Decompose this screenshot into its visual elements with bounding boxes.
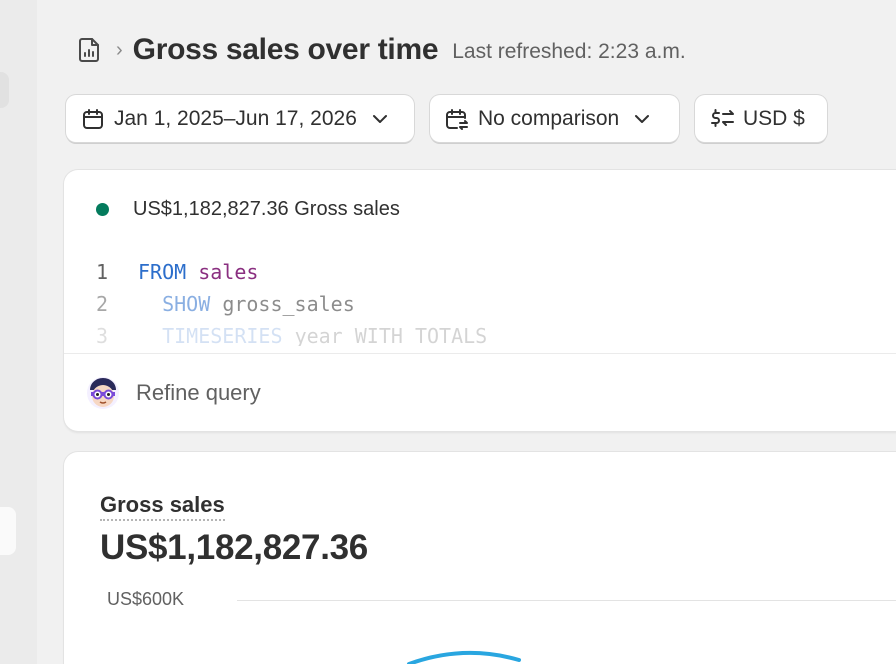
assistant-avatar-icon [86,376,120,410]
chart-plot [407,650,521,664]
date-range-label: Jan 1, 2025–Jun 17, 2026 [114,106,357,130]
query-keyword: FROM [138,260,187,284]
sidebar-item[interactable] [0,507,16,555]
filter-bar: Jan 1, 2025–Jun 17, 2026 No comparison U… [66,95,827,142]
query-table: sales [198,260,259,284]
comparison-label: No comparison [478,106,620,130]
divider [64,353,896,354]
query-editor[interactable]: 1 FROM sales 2 SHOW gross_sales 3 TIMESE… [96,256,896,346]
refine-query-button[interactable]: Refine query [86,376,261,410]
chart-card: Gross sales US$1,182,827.36 US$600K [64,452,896,664]
query-line: 2 SHOW gross_sales [96,288,896,320]
comparison-picker-button[interactable]: No comparison [430,95,679,142]
calendar-icon [80,106,106,132]
calendar-compare-icon [444,106,470,132]
query-keyword: SHOW [162,292,211,316]
query-field: gross_sales [222,292,355,316]
analytics-page: › Gross sales over time Last refreshed: … [0,0,896,664]
line-number: 3 [96,324,109,346]
page-title: Gross sales over time [132,33,439,66]
page-header: › Gross sales over time Last refreshed: … [76,30,686,70]
series-line [407,650,521,664]
chevron-right-icon: › [116,38,123,61]
sidebar [0,0,37,664]
query-line: 1 FROM sales [96,256,896,288]
metric-summary-text: US$1,182,827.36 Gross sales [133,198,400,220]
query-keyword: TIMESERIES [162,324,283,346]
query-line: 3 TIMESERIES year WITH TOTALS [96,320,896,346]
chevron-down-icon [369,108,391,130]
currency-exchange-icon [709,106,735,132]
line-number: 2 [96,292,109,316]
query-clause: year WITH TOTALS [294,324,488,346]
currency-label: USD $ [743,106,805,130]
refine-query-label: Refine query [136,380,261,405]
series-color-dot [96,203,109,216]
line-number: 1 [96,260,109,284]
report-document-icon[interactable] [76,36,104,64]
query-card: US$1,182,827.36 Gross sales 1 FROM sales… [64,170,896,431]
currency-picker-button[interactable]: USD $ [695,95,827,142]
chevron-down-icon [631,108,653,130]
last-refreshed-text: Last refreshed: 2:23 a.m. [452,40,686,63]
date-range-picker-button[interactable]: Jan 1, 2025–Jun 17, 2026 [66,95,414,142]
sidebar-item[interactable] [0,72,9,108]
metric-summary: US$1,182,827.36 Gross sales [96,198,400,221]
